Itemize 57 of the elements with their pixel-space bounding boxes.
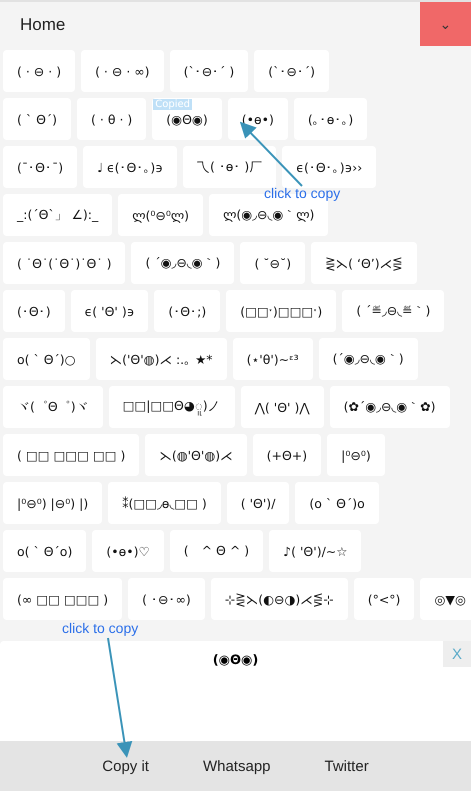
kaomoji-button[interactable]: ϵ( 'Θ' )϶ <box>70 290 148 332</box>
kaomoji-button[interactable]: ( ˙Θ˙(˙Θ˙)˙Θ˙ ) <box>3 242 126 284</box>
kaomoji-button[interactable]: ( □□ □□□ □□ ) <box>3 434 140 476</box>
kaomoji-button[interactable]: ლ(⁰⊖⁰ლ) <box>118 194 204 236</box>
kaomoji-button[interactable]: (´◉◞⊖◟◉｀) <box>318 338 418 380</box>
kaomoji-button[interactable]: (o ` Θ´)o <box>295 482 379 524</box>
kaomoji-button[interactable]: ♪( 'Θ')/~☆ <box>269 530 362 572</box>
kaomoji-button[interactable]: (`･⊖･´ ) <box>170 50 248 92</box>
kaomoji-button[interactable]: ( ˘⊖˘) <box>240 242 306 284</box>
kaomoji-button[interactable]: (✿´◉◞⊖◟◉｀✿) <box>330 386 450 428</box>
kaomoji-button[interactable]: ⋋('Θ'◍)⋌ :.｡ ★* <box>96 338 227 380</box>
kaomoji-button[interactable]: o( ` Θ´)○ <box>3 338 90 380</box>
kaomoji-button[interactable]: _:(´Θ`」 ∠):_ <box>3 194 112 236</box>
kaomoji-button[interactable]: ⋀( 'Θ' )⋀ <box>240 386 324 428</box>
kaomoji-button[interactable]: o( ` Θ´o) <box>3 530 86 572</box>
kaomoji-button[interactable]: ◎▼◎ <box>420 578 471 620</box>
kaomoji-button[interactable]: (°<°) <box>354 578 414 620</box>
kaomoji-button[interactable]: ϵ(･Θ･｡)϶›› <box>282 146 376 188</box>
kaomoji-button[interactable]: ( ･⊖･∞) <box>128 578 205 620</box>
kaomoji-button[interactable]: (□□ˑ)□□□ˑ) <box>226 290 336 332</box>
kaomoji-button[interactable]: □□|□□Θ◕ူ)ノ <box>108 386 235 428</box>
kaomoji-button[interactable]: (･Θ･) <box>3 290 65 332</box>
kaomoji-button[interactable]: (･Θ･;) <box>154 290 220 332</box>
kaomoji-button[interactable]: (•ѳ•) <box>228 98 288 140</box>
annotation-text: click to copy <box>62 620 138 636</box>
dropdown-button[interactable]: ⌄ <box>420 2 471 46</box>
kaomoji-button[interactable]: ( ´≝◞⊖◟≝｀) <box>342 290 444 332</box>
kaomoji-button[interactable]: |⁰⊖⁰) <box>327 434 385 476</box>
kaomoji-button[interactable]: ( 'Θ')/ <box>226 482 290 524</box>
kaomoji-button[interactable]: ♩ ϵ(･Θ･｡)϶ <box>83 146 177 188</box>
kaomoji-button[interactable]: 乁( ･ɵ･ )厂 <box>182 146 276 188</box>
page-title: Home <box>20 15 66 35</box>
kaomoji-button[interactable]: (¯･Θ･¯) <box>3 146 78 188</box>
kaomoji-button[interactable]: (`･⊖･´) <box>254 50 329 92</box>
kaomoji-button[interactable]: |⁰⊖⁰) |⊖⁰) |) <box>3 482 102 524</box>
preview-textarea[interactable]: (◉Θ◉) X <box>0 641 471 741</box>
share-button[interactable]: Copy it <box>96 756 155 776</box>
kaomoji-button[interactable]: Copied (◉Θ◉) <box>152 98 222 140</box>
kaomoji-button[interactable]: ⋋(◍'Θ'◍)⋌ <box>145 434 247 476</box>
kaomoji-button[interactable]: ( ´◉◞⊖◟◉｀) <box>131 242 234 284</box>
kaomoji-button[interactable]: ( ` Θ´) <box>3 98 72 140</box>
kaomoji-button[interactable]: (∞ □□ □□□ ) <box>3 578 122 620</box>
copied-badge: Copied <box>153 99 192 110</box>
share-button[interactable]: Twitter <box>318 756 375 776</box>
share-button[interactable]: Whatsapp <box>196 756 277 776</box>
kaomoji-button[interactable]: ⁑(□□◞ѳ◟□□ ) <box>108 482 221 524</box>
kaomoji-button[interactable]: (+Θ+) <box>252 434 322 476</box>
kaomoji-button[interactable]: ( · ⊖ · ∞) <box>81 50 164 92</box>
kaomoji-button[interactable]: ( ^ Θ ^ ) <box>170 530 264 572</box>
kaomoji-button[interactable]: (⋆'θ')~ᵋ³ <box>232 338 313 380</box>
kaomoji-button[interactable]: ( · ⊖ · ) <box>3 50 76 92</box>
kaomoji-button[interactable]: ヾ(゜Θ゜)ヾ <box>3 386 103 428</box>
kaomoji-button[interactable]: (｡･ѳ･｡) <box>294 98 368 140</box>
kaomoji-button[interactable]: (•ѳ•)♡ <box>92 530 164 572</box>
kaomoji-button[interactable]: ( · θ · ) <box>77 98 146 140</box>
kaomoji-button[interactable]: ⋛⋋( ‘Θ’)⋌⋚ <box>311 242 417 284</box>
kaomoji-button[interactable]: ⊹⋛⋋(◐⊖◑)⋌⋚⊹ <box>210 578 348 620</box>
